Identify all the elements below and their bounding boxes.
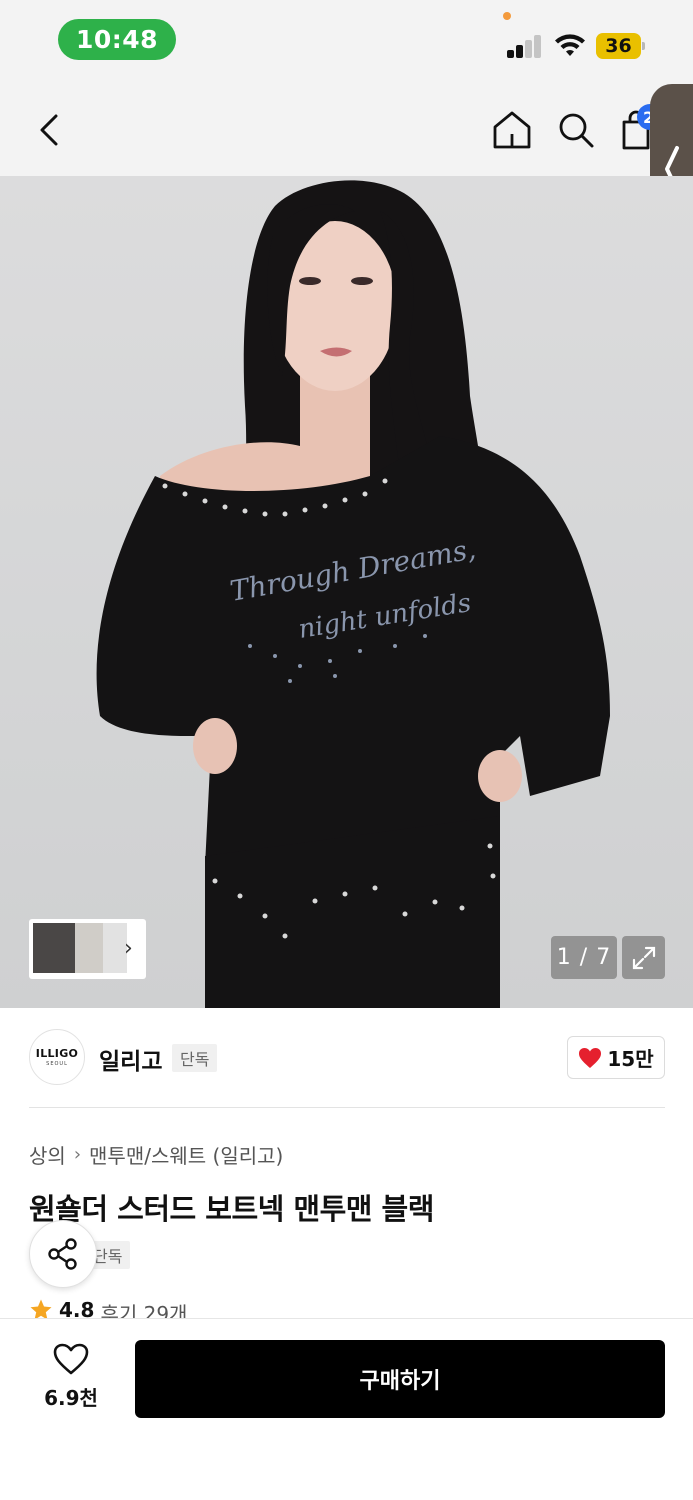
wishlist-button[interactable]: 6.9천 bbox=[30, 1342, 112, 1418]
heart-outline-icon bbox=[53, 1343, 89, 1375]
wifi-icon bbox=[555, 34, 585, 56]
brand-exclusive-tag: 단독 bbox=[172, 1044, 218, 1072]
battery-icon: 36 bbox=[596, 33, 646, 59]
brand-logo[interactable]: ILLIGO SEOUL bbox=[29, 1029, 85, 1085]
search-icon[interactable] bbox=[554, 108, 598, 152]
star-icon bbox=[30, 1299, 52, 1320]
thumbnail-1[interactable] bbox=[33, 923, 75, 973]
expand-icon bbox=[632, 946, 655, 969]
share-icon bbox=[48, 1238, 77, 1270]
breadcrumb-item-subcategory[interactable]: 맨투맨/스웨트 (일리고) bbox=[89, 1140, 283, 1169]
expand-button[interactable] bbox=[622, 936, 665, 979]
rating-score: 4.8 bbox=[59, 1298, 95, 1320]
product-title: 원숄더 스터드 보트넥 맨투맨 블랙 bbox=[29, 1192, 434, 1226]
cellular-signal-icon bbox=[507, 34, 543, 58]
brand-logo-text: ILLIGO bbox=[35, 1047, 79, 1060]
wishlist-count: 6.9천 bbox=[44, 1386, 98, 1410]
brand-like-count: 15만 bbox=[607, 1047, 654, 1071]
rating-row[interactable]: 4.8 후기 29개 bbox=[29, 1298, 429, 1320]
share-button[interactable] bbox=[29, 1220, 97, 1288]
status-time: 10:48 bbox=[58, 19, 176, 60]
thumbnail-2[interactable] bbox=[75, 923, 103, 973]
status-bar: 10:48 36 bbox=[0, 0, 693, 84]
chevron-right-icon: › bbox=[73, 1144, 82, 1165]
image-counter: 1 / 7 bbox=[551, 936, 617, 979]
home-icon[interactable] bbox=[490, 108, 534, 152]
product-photo: Through Dreams, night unfolds bbox=[96, 180, 611, 1008]
top-nav-bar bbox=[0, 84, 693, 176]
review-count[interactable]: 후기 29개 bbox=[100, 1298, 187, 1320]
divider bbox=[29, 1107, 665, 1108]
brand-like-button[interactable]: 15만 bbox=[567, 1036, 665, 1079]
battery-level: 36 bbox=[596, 33, 641, 59]
back-icon[interactable] bbox=[30, 108, 70, 152]
product-image-gallery[interactable]: Through Dreams, night unfolds bbox=[0, 176, 693, 1008]
chevron-right-icon[interactable]: › bbox=[124, 936, 133, 961]
breadcrumb-item-category[interactable]: 상의 bbox=[29, 1140, 66, 1169]
breadcrumb: 상의 › 맨투맨/스웨트 (일리고) bbox=[29, 1140, 283, 1169]
heart-filled-icon bbox=[579, 1047, 602, 1068]
brand-name[interactable]: 일리고 bbox=[99, 1042, 162, 1076]
brand-logo-sub: SEOUL bbox=[46, 1061, 68, 1067]
camera-indicator-dot bbox=[503, 12, 511, 20]
buy-button[interactable]: 구매하기 bbox=[135, 1340, 665, 1418]
